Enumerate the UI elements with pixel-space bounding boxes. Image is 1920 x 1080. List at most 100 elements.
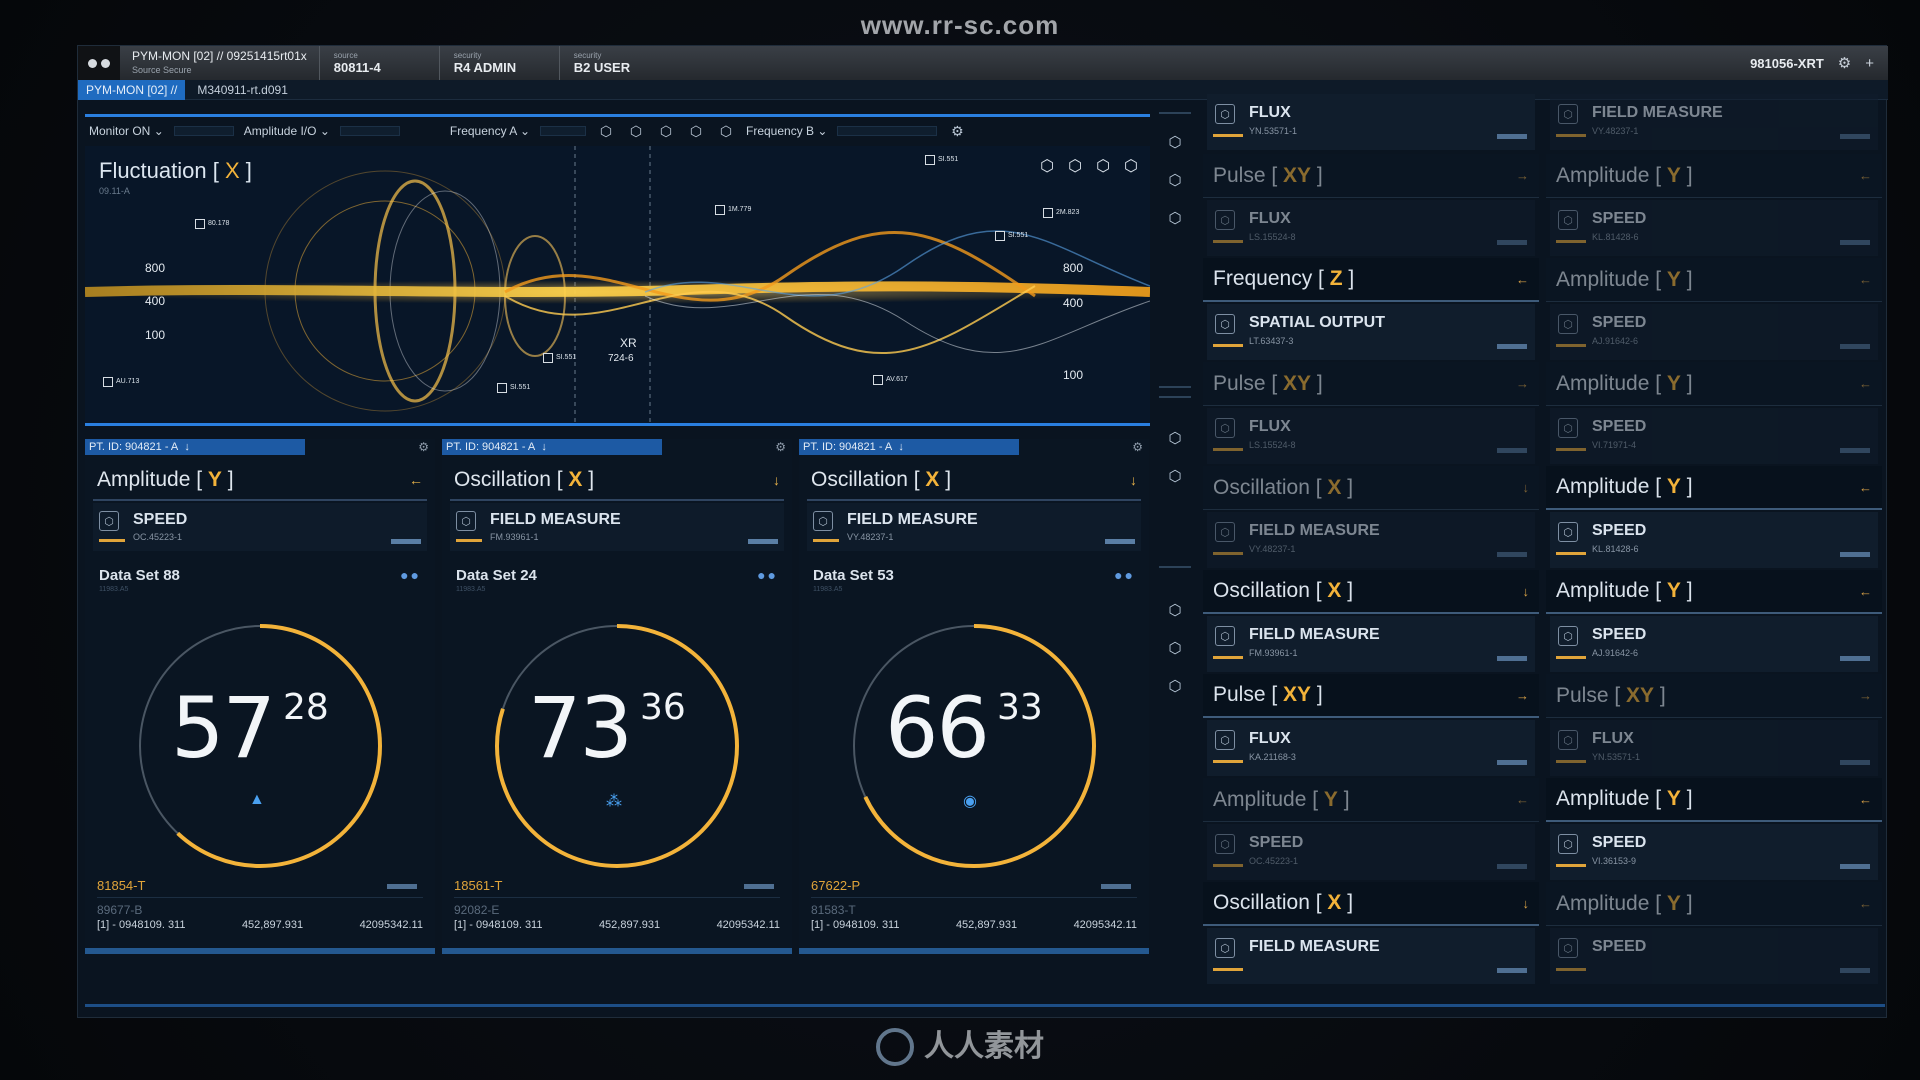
gear-icon[interactable]: ⚙	[775, 440, 792, 454]
channel-card[interactable]: Oscillation [ X ] ↓ ⬡ FIELD MEASURE	[1203, 882, 1539, 986]
hex-icon[interactable]: ⬡	[1163, 130, 1187, 154]
channel-card[interactable]: Amplitude [ Y ] ← ⬡ SPEED KL.81428-6	[1546, 154, 1882, 258]
channel-card[interactable]: Amplitude [ Y ] ← ⬡ SPEED VI.36153-9	[1546, 778, 1882, 882]
channel-card[interactable]: Amplitude [ Y ] ← ⬡ SPEED VI.71971-4	[1546, 362, 1882, 466]
gear-icon[interactable]: ⚙	[418, 440, 435, 454]
data-tag[interactable]: SI.551	[995, 231, 1028, 241]
channel-card[interactable]: Amplitude [ Y ] ← ⬡ SPEED OC.45223-1	[1203, 778, 1539, 882]
channel-measure[interactable]: ⬡ FLUX YN.53571-1	[1550, 720, 1878, 776]
data-tag[interactable]: 2M.823	[1043, 208, 1079, 218]
hex-icon[interactable]: ⬡	[1068, 156, 1082, 176]
data-tag[interactable]: SI.551	[497, 383, 530, 393]
pt-id-bar[interactable]: PT. ID: 904821 - A ↓	[799, 439, 1019, 455]
channel-measure[interactable]: ⬡ SPEED AJ.91642-6	[1550, 616, 1878, 672]
arrow-icon[interactable]: →	[1516, 376, 1529, 391]
hex-icon[interactable]: ⬡	[1163, 206, 1187, 230]
more-icon[interactable]: ●●	[757, 567, 778, 584]
frequency-a-dropdown[interactable]: Frequency A ⌄	[450, 124, 530, 138]
channel-header[interactable]: Oscillation [ X ] ↓	[1203, 466, 1539, 510]
channel-measure[interactable]: ⬡ FIELD MEASURE VY.48237-1	[1207, 512, 1535, 568]
channel-header[interactable]: Pulse [ XY ] →	[1203, 674, 1539, 718]
breadcrumb-path[interactable]: M340911-rt.d091	[185, 83, 288, 97]
channel-header[interactable]: Amplitude [ Y ] ←	[1203, 778, 1539, 822]
arrow-icon[interactable]: ↓	[1523, 480, 1530, 495]
channel-card[interactable]: Amplitude [ Y ] ← ⬡ SPEED AJ.91642-6	[1546, 258, 1882, 362]
arrow-icon[interactable]: ←	[1859, 792, 1872, 807]
arrow-icon[interactable]: ↓	[773, 472, 780, 488]
arrow-icon[interactable]: ←	[1516, 272, 1529, 287]
channel-header[interactable]: Oscillation [ X ] ↓	[1203, 570, 1539, 614]
plus-icon[interactable]: +	[1865, 55, 1874, 72]
frequency-b-dropdown[interactable]: Frequency B ⌄	[746, 124, 827, 138]
panel-header[interactable]: Amplitude [ Y ] ←	[93, 461, 427, 501]
channel-measure[interactable]: ⬡ FIELD MEASURE VY.48237-1	[1550, 94, 1878, 150]
channel-measure[interactable]: ⬡ FLUX KA.21168-3	[1207, 720, 1535, 776]
channel-header[interactable]: Amplitude [ Y ] ←	[1546, 570, 1882, 614]
channel-measure[interactable]: ⬡ SPATIAL OUTPUT LT.63437-3	[1207, 304, 1535, 360]
channel-card[interactable]: Oscillation [ X ] ↓ ⬡ FIELD MEASURE FM.93961…	[1203, 570, 1539, 674]
gear-icon[interactable]: ⚙	[1838, 54, 1851, 72]
hex-icon[interactable]: ⬡	[1163, 426, 1187, 450]
channel-card[interactable]: Amplitude [ Y ] ← ⬡ SPEED AJ.91642-6	[1546, 570, 1882, 674]
hex-icon[interactable]: ⬡	[656, 121, 676, 141]
data-tag[interactable]: SI.551	[543, 353, 576, 363]
channel-header[interactable]: Pulse [ XY ] →	[1546, 674, 1882, 718]
channel-card[interactable]: Pulse [ XY ] → ⬡ FLUX KA.21168-3	[1203, 674, 1539, 778]
hex-icon[interactable]: ⬡	[626, 121, 646, 141]
channel-card[interactable]: Amplitude [ Y ] ← ⬡ SPEED KL.81428-6	[1546, 466, 1882, 570]
amplitude-field[interactable]	[339, 126, 400, 136]
arrow-icon[interactable]: ←	[1859, 168, 1872, 183]
channel-header[interactable]: Amplitude [ Y ] ←	[1546, 882, 1882, 926]
arrow-icon[interactable]: →	[1859, 688, 1872, 703]
hex-icon[interactable]: ⬡	[596, 121, 616, 141]
arrow-icon[interactable]: ↓	[1523, 896, 1530, 911]
amplitude-dropdown[interactable]: Amplitude I/O ⌄	[244, 124, 330, 138]
channel-measure[interactable]: ⬡ FIELD MEASURE FM.93961-1	[1207, 616, 1535, 672]
channel-card[interactable]: ⬡ FIELD MEASURE VY.48237-1	[1546, 94, 1882, 154]
security-segment-admin[interactable]: security R4 ADMIN	[438, 46, 559, 80]
hex-icon[interactable]: ⬡	[686, 121, 706, 141]
hex-icon[interactable]: ⬡	[1096, 156, 1110, 176]
data-tag[interactable]: AU.713	[103, 377, 139, 387]
channel-measure[interactable]: ⬡ SPEED	[1550, 928, 1878, 984]
channel-header[interactable]: Amplitude [ Y ] ←	[1546, 362, 1882, 406]
data-tag[interactable]: 1M.779	[715, 205, 751, 215]
data-tag[interactable]: AV.617	[873, 375, 908, 385]
arrow-icon[interactable]: ←	[1859, 272, 1872, 287]
arrow-icon[interactable]: →	[1516, 688, 1529, 703]
measure-row[interactable]: ⬡ FIELD MEASURE FM.93961-1	[450, 503, 784, 551]
channel-card[interactable]: Pulse [ XY ] → ⬡ FLUX LS.15524-8	[1203, 154, 1539, 258]
data-tag[interactable]: SI.551	[925, 155, 958, 165]
hex-icon[interactable]: ⬡	[1163, 674, 1187, 698]
hex-icon[interactable]: ⬡	[1163, 464, 1187, 488]
more-icon[interactable]: ●●	[400, 567, 421, 584]
hex-icon[interactable]: ⬡	[1163, 168, 1187, 192]
panel-header[interactable]: Oscillation [ X ] ↓	[450, 461, 784, 501]
channel-measure[interactable]: ⬡ FLUX LS.15524-8	[1207, 408, 1535, 464]
pt-id-bar[interactable]: PT. ID: 904821 - A ↓	[442, 439, 662, 455]
hex-icon[interactable]: ⬡	[716, 121, 736, 141]
channel-card[interactable]: Oscillation [ X ] ↓ ⬡ FIELD MEASURE VY.48237…	[1203, 466, 1539, 570]
arrow-icon[interactable]: ←	[409, 472, 423, 488]
arrow-icon[interactable]: ←	[1859, 896, 1872, 911]
panel-header[interactable]: Oscillation [ X ] ↓	[807, 461, 1141, 501]
security-segment-user[interactable]: security B2 USER	[558, 46, 679, 80]
hex-icon[interactable]: ⬡	[1040, 156, 1054, 176]
channel-measure[interactable]: ⬡ SPEED AJ.91642-6	[1550, 304, 1878, 360]
arrow-icon[interactable]: ←	[1859, 376, 1872, 391]
channel-card[interactable]: Pulse [ XY ] → ⬡ FLUX YN.53571-1	[1546, 674, 1882, 778]
channel-measure[interactable]: ⬡ SPEED OC.45223-1	[1207, 824, 1535, 880]
arrow-icon[interactable]: ↓	[1130, 472, 1137, 488]
arrow-icon[interactable]: →	[1516, 168, 1529, 183]
channel-header[interactable]: Amplitude [ Y ] ←	[1546, 466, 1882, 510]
channel-measure[interactable]: ⬡ SPEED VI.36153-9	[1550, 824, 1878, 880]
gear-icon[interactable]: ⚙	[947, 121, 967, 141]
channel-measure[interactable]: ⬡ SPEED KL.81428-6	[1550, 200, 1878, 256]
measure-row[interactable]: ⬡ SPEED OC.45223-1	[93, 503, 427, 551]
hex-icon[interactable]: ⬡	[1124, 156, 1138, 176]
channel-card[interactable]: Frequency [ Z ] ← ⬡ SPATIAL OUTPUT LT.63437-…	[1203, 258, 1539, 362]
channel-measure[interactable]: ⬡ FIELD MEASURE	[1207, 928, 1535, 984]
arrow-icon[interactable]: ←	[1516, 792, 1529, 807]
data-tag[interactable]: 80.178	[195, 219, 229, 229]
channel-header[interactable]: Pulse [ XY ] →	[1203, 362, 1539, 406]
